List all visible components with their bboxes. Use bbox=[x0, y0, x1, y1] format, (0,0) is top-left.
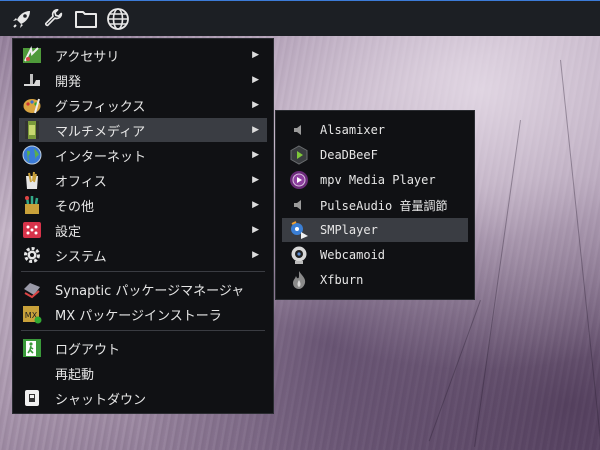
shutdown-icon bbox=[21, 387, 43, 409]
application-menu: アクセサリ ▶ 開発 ▶ グラフィックス ▶ マルチメディア ▶ インターネット… bbox=[12, 38, 274, 414]
menu-item-logout[interactable]: ログアウト bbox=[19, 336, 267, 360]
wallpaper-stroke bbox=[428, 300, 481, 442]
blank-icon bbox=[21, 362, 43, 384]
submenu-arrow-icon: ▶ bbox=[252, 50, 259, 60]
wallpaper-stroke bbox=[474, 120, 521, 447]
submenu-arrow-icon: ▶ bbox=[252, 200, 259, 210]
menu-item-shutdown[interactable]: シャットダウン bbox=[19, 386, 267, 410]
submenu-arrow-icon: ▶ bbox=[252, 100, 259, 110]
menu-item-synaptic[interactable]: Synaptic パッケージマネージャ bbox=[19, 277, 267, 301]
menu-item-label: MX パッケージインストーラ bbox=[55, 308, 222, 324]
menu-item-mx-installer[interactable]: MX MX パッケージインストーラ bbox=[19, 302, 267, 326]
multimedia-submenu: Alsamixer DeaDBeeF mpv Media Player Puls… bbox=[275, 110, 475, 300]
submenu-arrow-icon: ▶ bbox=[252, 75, 259, 85]
graphics-icon bbox=[21, 94, 43, 116]
menu-item-label: インターネット bbox=[55, 149, 147, 165]
menu-item-label: オフィス bbox=[55, 174, 107, 190]
multimedia-icon bbox=[21, 119, 43, 141]
top-panel bbox=[0, 0, 600, 36]
system-gear-icon bbox=[21, 244, 43, 266]
menu-item-development[interactable]: 開発 ▶ bbox=[19, 68, 267, 92]
menu-item-settings[interactable]: 設定 ▶ bbox=[19, 218, 267, 242]
menu-item-label: 設定 bbox=[55, 224, 82, 240]
menu-item-label: 再起動 bbox=[55, 367, 95, 383]
submenu-item-label: SMPlayer bbox=[320, 223, 378, 237]
office-icon bbox=[21, 169, 43, 191]
menu-item-multimedia[interactable]: マルチメディア ▶ bbox=[19, 118, 267, 142]
menu-separator bbox=[21, 271, 265, 272]
submenu-item-label: DeaDBeeF bbox=[320, 148, 378, 162]
menu-item-label: マルチメディア bbox=[55, 124, 146, 140]
wallpaper-stroke bbox=[560, 59, 600, 448]
menu-item-restart[interactable]: 再起動 bbox=[19, 361, 267, 385]
menu-item-label: Synaptic パッケージマネージャ bbox=[55, 283, 245, 299]
folder-icon[interactable] bbox=[70, 3, 102, 35]
menu-item-label: グラフィックス bbox=[55, 99, 146, 115]
menu-item-label: シャットダウン bbox=[55, 392, 147, 408]
settings-icon bbox=[21, 219, 43, 241]
menu-item-label: その他 bbox=[55, 199, 95, 215]
submenu-item-label: PulseAudio 音量調節 bbox=[320, 198, 448, 213]
menu-item-office[interactable]: オフィス ▶ bbox=[19, 168, 267, 192]
submenu-arrow-icon: ▶ bbox=[252, 225, 259, 235]
smplayer-icon bbox=[288, 219, 310, 241]
menu-item-label: アクセサリ bbox=[55, 49, 120, 65]
wrench-icon[interactable] bbox=[38, 3, 70, 35]
submenu-item-mpv[interactable]: mpv Media Player bbox=[282, 168, 468, 192]
submenu-item-label: mpv Media Player bbox=[320, 173, 436, 187]
submenu-item-pulseaudio[interactable]: PulseAudio 音量調節 bbox=[282, 193, 468, 217]
rocket-icon[interactable] bbox=[6, 3, 38, 35]
speaker-icon bbox=[288, 194, 310, 216]
submenu-item-alsamixer[interactable]: Alsamixer bbox=[282, 118, 468, 142]
submenu-item-label: Alsamixer bbox=[320, 123, 386, 137]
menu-item-label: ログアウト bbox=[55, 342, 121, 358]
submenu-item-label: Webcamoid bbox=[320, 248, 386, 262]
submenu-item-smplayer[interactable]: SMPlayer bbox=[282, 218, 468, 242]
submenu-arrow-icon: ▶ bbox=[252, 125, 259, 135]
menu-item-system[interactable]: システム ▶ bbox=[19, 243, 267, 267]
accessories-icon bbox=[21, 44, 43, 66]
submenu-item-webcamoid[interactable]: Webcamoid bbox=[282, 243, 468, 267]
synaptic-icon bbox=[21, 278, 43, 300]
mx-installer-icon: MX bbox=[21, 303, 43, 325]
submenu-item-label: Xfburn bbox=[320, 273, 364, 287]
menu-item-accessories[interactable]: アクセサリ ▶ bbox=[19, 43, 267, 67]
submenu-arrow-icon: ▶ bbox=[252, 175, 259, 185]
logout-icon bbox=[21, 337, 43, 359]
menu-item-label: システム bbox=[55, 249, 107, 265]
development-icon bbox=[21, 69, 43, 91]
menu-item-label: 開発 bbox=[55, 74, 82, 90]
submenu-item-deadbeef[interactable]: DeaDBeeF bbox=[282, 143, 468, 167]
menu-separator bbox=[21, 330, 265, 331]
deadbeef-icon bbox=[288, 144, 310, 166]
submenu-arrow-icon: ▶ bbox=[252, 150, 259, 160]
submenu-item-xfburn[interactable]: Xfburn bbox=[282, 268, 468, 292]
xfburn-icon bbox=[288, 269, 310, 291]
internet-icon bbox=[21, 144, 43, 166]
other-icon bbox=[21, 194, 43, 216]
submenu-arrow-icon: ▶ bbox=[252, 250, 259, 260]
menu-item-graphics[interactable]: グラフィックス ▶ bbox=[19, 93, 267, 117]
menu-item-internet[interactable]: インターネット ▶ bbox=[19, 143, 267, 167]
menu-item-other[interactable]: その他 ▶ bbox=[19, 193, 267, 217]
globe-icon[interactable] bbox=[102, 3, 134, 35]
webcam-icon bbox=[288, 244, 310, 266]
mpv-icon bbox=[288, 169, 310, 191]
speaker-icon bbox=[288, 119, 310, 141]
